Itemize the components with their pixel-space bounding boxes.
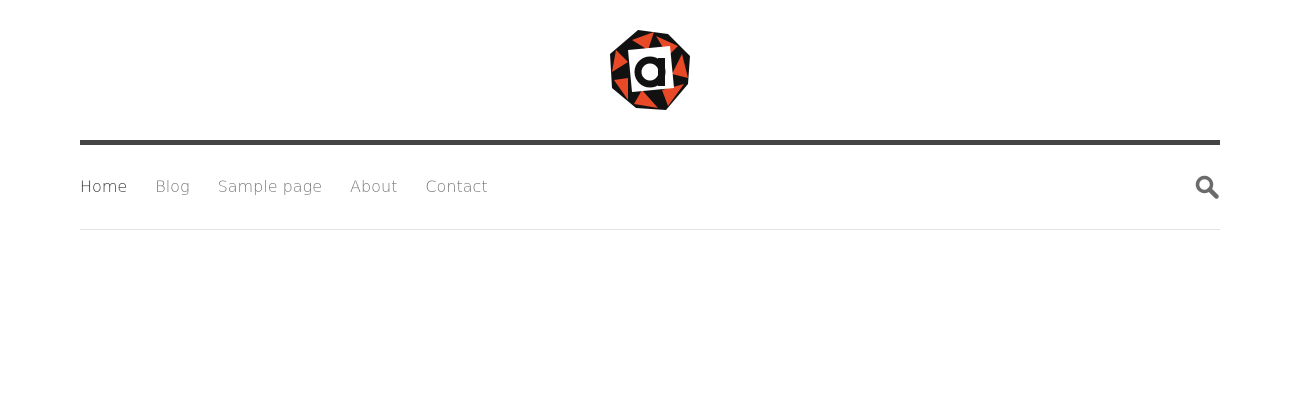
nav-item-home[interactable]: Home bbox=[80, 145, 128, 230]
nav-item-contact[interactable]: Contact bbox=[425, 145, 487, 229]
logo-icon bbox=[610, 30, 690, 110]
nav-item-sample-page[interactable]: Sample page bbox=[218, 145, 322, 229]
site-logo[interactable] bbox=[608, 28, 692, 112]
main-navigation: Home Blog Sample page About Contact bbox=[80, 145, 1220, 230]
search-button[interactable] bbox=[1194, 174, 1220, 200]
nav-item-blog[interactable]: Blog bbox=[155, 145, 189, 229]
page: Home Blog Sample page About Contact bbox=[0, 0, 1300, 400]
nav-divider bbox=[80, 229, 1220, 230]
nav-list: Home Blog Sample page About Contact bbox=[80, 145, 1220, 230]
search-icon bbox=[1195, 175, 1219, 199]
nav-item-about[interactable]: About bbox=[350, 145, 397, 229]
